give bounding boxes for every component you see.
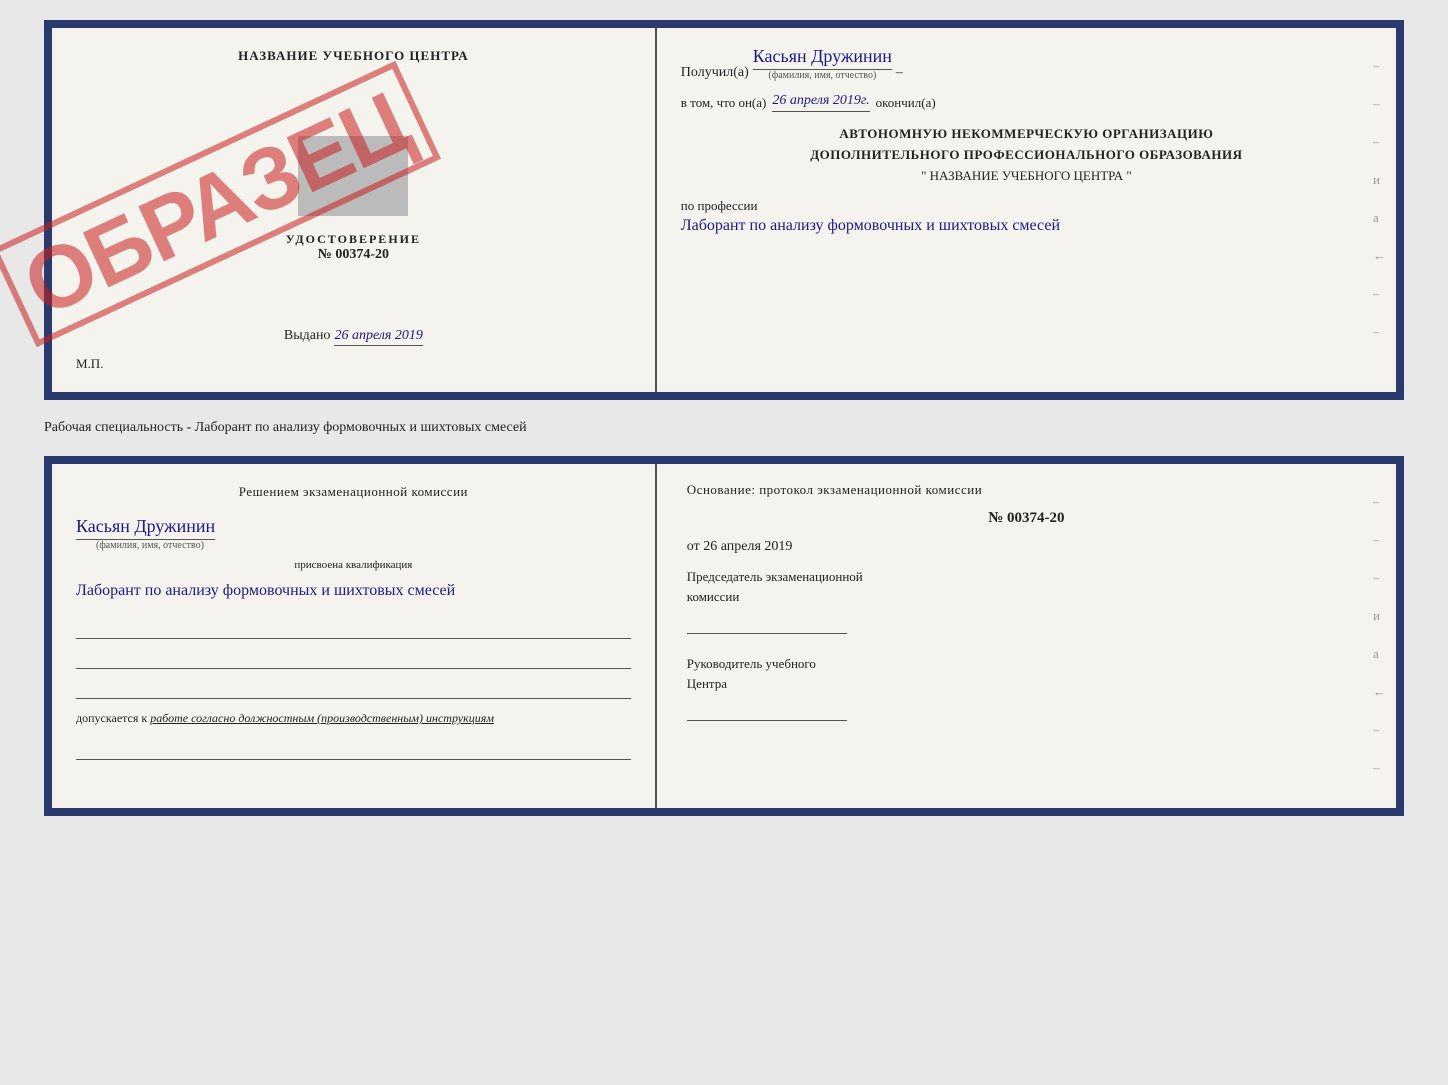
poluchil-line: Получил(а) Касьян Дружинин (фамилия, имя… bbox=[681, 46, 1372, 81]
bottom-signature-lines bbox=[76, 619, 631, 699]
udostoverenie-label: УДОСТОВЕРЕНИЕ bbox=[286, 232, 421, 247]
bottom-certificate: Решением экзаменационной комиссии Касьян… bbox=[44, 456, 1404, 816]
bottom-name: Касьян Дружинин bbox=[76, 516, 215, 540]
dopuskaetsya-detail: работе согласно должностным (производств… bbox=[150, 711, 494, 725]
bottom-name-block: Касьян Дружинин (фамилия, имя, отчество) bbox=[76, 516, 631, 551]
dopuskaetsya-text: допускается к работе согласно должностны… bbox=[76, 711, 631, 726]
rukovoditel-line1: Руководитель учебного bbox=[687, 654, 1366, 674]
qualification-text: Лаборант по анализу формовочных и шихтов… bbox=[76, 579, 631, 603]
cert-number: № 00374-20 bbox=[318, 247, 389, 263]
dash-separator: – bbox=[896, 65, 903, 81]
professii-label: по профессии bbox=[681, 198, 1372, 214]
right-edge-dashes: – – – и а ← – – bbox=[1373, 58, 1386, 340]
vtom-date: 26 апреля 2019г. bbox=[772, 93, 869, 112]
ot-prefix: от bbox=[687, 539, 700, 554]
bottom-left-final-line bbox=[76, 740, 631, 760]
top-title: НАЗВАНИЕ УЧЕБНОГО ЦЕНТРА bbox=[238, 48, 469, 64]
org-line2: ДОПОЛНИТЕЛЬНОГО ПРОФЕССИОНАЛЬНОГО ОБРАЗО… bbox=[681, 145, 1372, 166]
osnovanie-text: Основание: протокол экзаменационной коми… bbox=[687, 482, 1366, 498]
sig-line-2 bbox=[76, 649, 631, 669]
document-container: НАЗВАНИЕ УЧЕБНОГО ЦЕНТРА ОБРАЗЕЦ УДОСТОВ… bbox=[44, 20, 1404, 816]
vydano-label: Выдано bbox=[284, 328, 331, 343]
chairman-sig-line bbox=[687, 614, 847, 634]
cert-top-left: НАЗВАНИЕ УЧЕБНОГО ЦЕНТРА ОБРАЗЕЦ УДОСТОВ… bbox=[52, 28, 657, 392]
right-edge-dashes-bottom: – – – и а ← – – bbox=[1373, 494, 1386, 776]
rukovoditel-block: Руководитель учебного Центра bbox=[687, 654, 1366, 721]
separator-text: Рабочая специальность - Лаборант по анал… bbox=[44, 416, 527, 440]
poluchil-name: Касьян Дружинин bbox=[753, 46, 892, 70]
photo-placeholder bbox=[298, 136, 408, 216]
resheniem-text: Решением экзаменационной комиссии bbox=[76, 484, 631, 500]
rukovoditel-sig-line bbox=[687, 701, 847, 721]
mp-label: М.П. bbox=[76, 356, 103, 372]
protocol-number: № 00374-20 bbox=[687, 510, 1366, 527]
vtom-line: в том, что он(а) 26 апреля 2019г. окончи… bbox=[681, 93, 1372, 112]
cert-body: ОБРАЗЕЦ УДОСТОВЕРЕНИЕ № 00374-20 bbox=[76, 64, 631, 326]
top-certificate: НАЗВАНИЕ УЧЕБНОГО ЦЕНТРА ОБРАЗЕЦ УДОСТОВ… bbox=[44, 20, 1404, 400]
sig-line-1 bbox=[76, 619, 631, 639]
org-name: " НАЗВАНИЕ УЧЕБНОГО ЦЕНТРА " bbox=[681, 166, 1372, 187]
chairman-line2: комиссии bbox=[687, 587, 1366, 607]
cert-bottom-right: Основание: протокол экзаменационной коми… bbox=[657, 464, 1396, 808]
vydano-date: 26 апреля 2019 bbox=[334, 328, 422, 346]
org-line1: АВТОНОМНУЮ НЕКОММЕРЧЕСКУЮ ОРГАНИЗАЦИЮ bbox=[681, 124, 1372, 145]
ot-date: 26 апреля 2019 bbox=[703, 539, 792, 554]
protocol-date: от 26 апреля 2019 bbox=[687, 539, 1366, 555]
prisvoena-label: присвоена квалификация bbox=[76, 559, 631, 571]
vydano-block: Выдано 26 апреля 2019 bbox=[76, 326, 631, 344]
dopuskaetsya-prefix: допускается к bbox=[76, 711, 147, 725]
chairman-block: Председатель экзаменационной комиссии bbox=[687, 567, 1366, 634]
bottom-fio-hint: (фамилия, имя, отчество) bbox=[96, 540, 631, 551]
cert-bottom-left: Решением экзаменационной комиссии Касьян… bbox=[52, 464, 657, 808]
sig-line-3 bbox=[76, 679, 631, 699]
professii-block: по профессии Лаборант по анализу формово… bbox=[681, 198, 1372, 238]
poluchil-prefix: Получил(а) bbox=[681, 65, 749, 81]
okончил-label: окончил(а) bbox=[876, 95, 936, 111]
profession-text: Лаборант по анализу формовочных и шихтов… bbox=[681, 214, 1372, 238]
org-block: АВТОНОМНУЮ НЕКОММЕРЧЕСКУЮ ОРГАНИЗАЦИЮ ДО… bbox=[681, 124, 1372, 186]
sig-line-4 bbox=[76, 740, 631, 760]
chairman-line1: Председатель экзаменационной bbox=[687, 567, 1366, 587]
vtom-prefix: в том, что он(а) bbox=[681, 95, 767, 111]
rukovoditel-line2: Центра bbox=[687, 674, 1366, 694]
cert-top-right: Получил(а) Касьян Дружинин (фамилия, имя… bbox=[657, 28, 1396, 392]
fio-hint-top: (фамилия, имя, отчество) bbox=[768, 70, 876, 81]
